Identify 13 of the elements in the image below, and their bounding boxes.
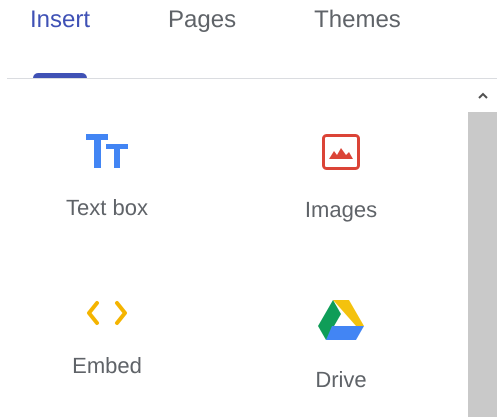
tab[interactable]: Insert [30, 0, 90, 78]
code-icon [86, 300, 128, 326]
insert-option[interactable]: Embed [0, 245, 214, 411]
insert-option[interactable]: Drive [214, 245, 468, 411]
insert-option[interactable]: Images [214, 79, 468, 245]
scrollbar[interactable] [468, 79, 497, 417]
text-size-icon [86, 134, 128, 168]
caret-up-icon[interactable] [478, 92, 488, 99]
drive-icon [318, 300, 364, 340]
tab[interactable]: Pages [168, 0, 236, 78]
image-icon [322, 134, 360, 170]
tab[interactable]: Themes [314, 0, 401, 78]
insert-option[interactable]: Text box [0, 79, 214, 245]
